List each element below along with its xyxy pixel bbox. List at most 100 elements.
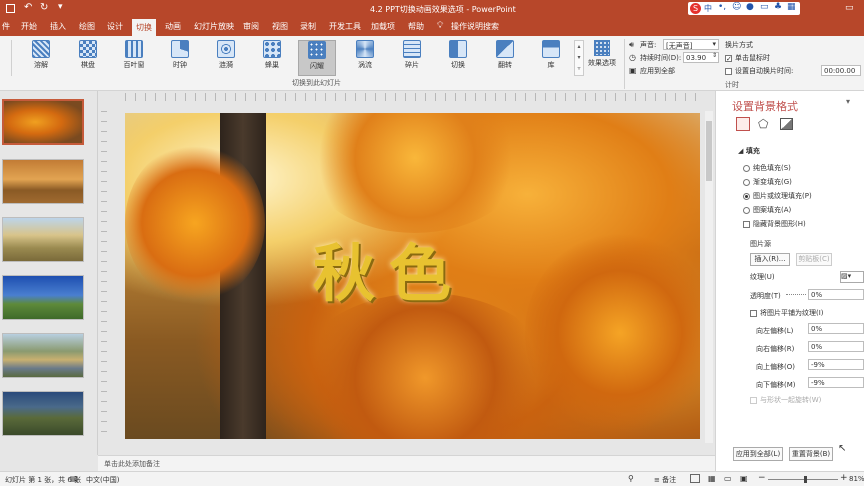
effect-switch[interactable]: 切换 [439,40,477,76]
restore-window-button[interactable]: ▭ [845,3,854,13]
tab-slideshow[interactable]: 幻灯片放映 [194,21,234,32]
undo-icon[interactable]: ↶ [24,2,32,13]
tab-review[interactable]: 审阅 [243,21,259,32]
slide-thumbnail-1[interactable] [2,99,84,145]
insert-picture-button[interactable]: 插入(R)... [750,253,790,266]
notes-toggle-button[interactable]: ≡ 备注 [654,475,676,485]
ime-language-label[interactable]: 中 [704,3,712,14]
effect-ripple[interactable]: 涟漪 [207,40,245,76]
hide-background-graphics-checkbox[interactable]: 隐藏背景图形(H) [743,219,806,229]
effect-shred[interactable]: 碎片 [393,40,431,76]
effect-vortex[interactable]: 涡流 [346,40,384,76]
fill-option-picture[interactable]: 图片或纹理填充(P) [743,191,812,201]
slideshow-icon[interactable]: ▣ [740,474,748,483]
reset-background-button[interactable]: 重置背景(B) [789,447,833,461]
offset-bottom-input[interactable]: -9% [808,377,864,388]
slide-thumbnail-5[interactable] [2,333,84,378]
notes-pane[interactable]: 单击此处添加备注 [98,455,715,471]
texture-dropdown[interactable]: ▨▾ [840,271,864,283]
apply-to-all-bg-button[interactable]: 应用到全部(L) [733,447,783,461]
skin-icon[interactable]: ♣ [774,2,782,12]
effect-glitter[interactable]: 闪耀 [298,40,336,76]
tab-animations[interactable]: 动画 [165,21,181,32]
clipboard-button[interactable]: 剪贴板(C) [796,253,832,266]
tab-file[interactable]: 件 [2,21,10,32]
tab-addins[interactable]: 加载项 [371,21,395,32]
effect-flip[interactable]: 翻转 [486,40,524,76]
slide-thumbnail-4[interactable] [2,275,84,320]
zoom-in-icon[interactable]: + [840,473,848,483]
keyboard-icon[interactable]: ▭ [760,2,769,12]
language-status[interactable]: 中文(中国) [86,475,119,485]
apply-to-all-button[interactable]: 应用到全部 [640,66,675,76]
tell-me-search[interactable]: 操作说明搜索 [451,21,499,32]
tab-record[interactable]: 录制 [300,21,316,32]
duration-input[interactable]: 03.90 ⇕ [683,52,719,63]
fill-bucket-icon[interactable] [736,117,750,131]
zoom-slider-thumb[interactable] [804,476,807,483]
slide-sorter-icon[interactable]: ▦ [708,474,716,483]
tab-help[interactable]: 帮助 [408,21,424,32]
save-icon[interactable] [6,4,15,13]
tab-transitions[interactable]: 切换 [132,19,156,36]
pentagon-effects-icon[interactable]: ⬠ [758,117,768,131]
gallery-scrollbar[interactable]: ▴ ▾ ▿ [574,40,584,76]
scroll-thumb[interactable] [706,121,712,181]
reading-view-icon[interactable]: ▭ [724,474,732,483]
slide-thumbnail-6[interactable] [2,391,84,436]
transparency-slider[interactable] [786,294,806,295]
on-click-checkbox[interactable]: 单击鼠标时 [725,53,770,63]
auto-advance-time-input[interactable]: 00:00.00 [821,65,861,76]
effect-blinds[interactable]: 百叶窗 [115,40,153,76]
effect-honeycomb[interactable]: 蜂巢 [253,40,291,76]
slide-canvas[interactable]: 秋色 [125,113,700,439]
effect-options-button[interactable]: 效果选项 [588,40,616,76]
effect-gallery[interactable]: 库 [532,40,570,76]
emoji-icon[interactable]: ☺ [732,2,741,12]
menu-grid-icon[interactable]: ▦ [787,2,796,12]
transparency-input[interactable]: 0% [808,289,864,300]
tab-home[interactable]: 开始 [21,21,37,32]
auto-advance-checkbox[interactable]: 设置自动换片时间: [725,66,793,76]
tab-insert[interactable]: 插入 [50,21,66,32]
zoom-out-icon[interactable]: − [758,473,766,483]
zoom-level[interactable]: 81% [849,475,864,483]
fill-section-header[interactable]: ◢ 填充 [738,146,760,156]
tab-view[interactable]: 视图 [272,21,288,32]
redo-icon[interactable]: ↻ [40,2,48,13]
punctuation-icon[interactable]: •, [718,2,726,12]
fill-option-solid[interactable]: 纯色填充(S) [743,163,791,173]
offset-left-input[interactable]: 0% [808,323,864,334]
offset-top-input[interactable]: -9% [808,359,864,370]
tab-developer[interactable]: 开发工具 [329,21,361,32]
notes-placeholder[interactable]: 单击此处添加备注 [104,459,160,469]
zoom-slider[interactable] [768,476,838,483]
slide-title-text[interactable]: 秋色 [313,223,513,313]
accessibility-icon[interactable]: ⚲ [628,474,634,483]
tab-design[interactable]: 设计 [107,21,123,32]
tile-picture-checkbox[interactable]: 将图片平铺为纹理(I) [750,308,824,318]
effect-checkerboard[interactable]: 棋盘 [69,40,107,76]
effect-dissolve[interactable]: 溶解 [22,40,60,76]
sogou-logo-icon: S [690,3,701,14]
pane-menu-chevron-icon[interactable]: ▾ [846,97,850,106]
normal-view-icon[interactable] [690,474,700,483]
rotate-with-shape-checkbox[interactable]: 与形状一起旋转(W) [750,395,821,405]
effect-clock[interactable]: 时钟 [161,40,199,76]
editor-vertical-scrollbar[interactable] [705,111,713,443]
ime-toolbar[interactable]: S 中 •, ☺ ● ▭ ♣ ▦ [688,2,800,15]
tab-draw[interactable]: 绘图 [79,21,95,32]
slide-thumbnail-3[interactable] [2,217,84,262]
offset-right-input[interactable]: 0% [808,341,864,352]
microphone-icon[interactable]: ● [746,2,754,12]
spellcheck-icon[interactable]: ▤ [70,474,78,483]
honeycomb-icon [263,40,281,58]
fill-option-pattern[interactable]: 图案填充(A) [743,205,791,215]
picture-icon[interactable] [780,118,793,130]
slide-thumbnail-2[interactable] [2,159,84,204]
slide-thumbnails-pane[interactable]: 1 2 3 4 5 6 [0,91,98,455]
quick-access-customize-icon[interactable]: ▾ [58,2,63,12]
sound-select[interactable]: [无声音] ▾ [663,39,719,50]
apply-all-icon: ▣ [629,66,637,75]
fill-option-gradient[interactable]: 渐变填充(G) [743,177,792,187]
